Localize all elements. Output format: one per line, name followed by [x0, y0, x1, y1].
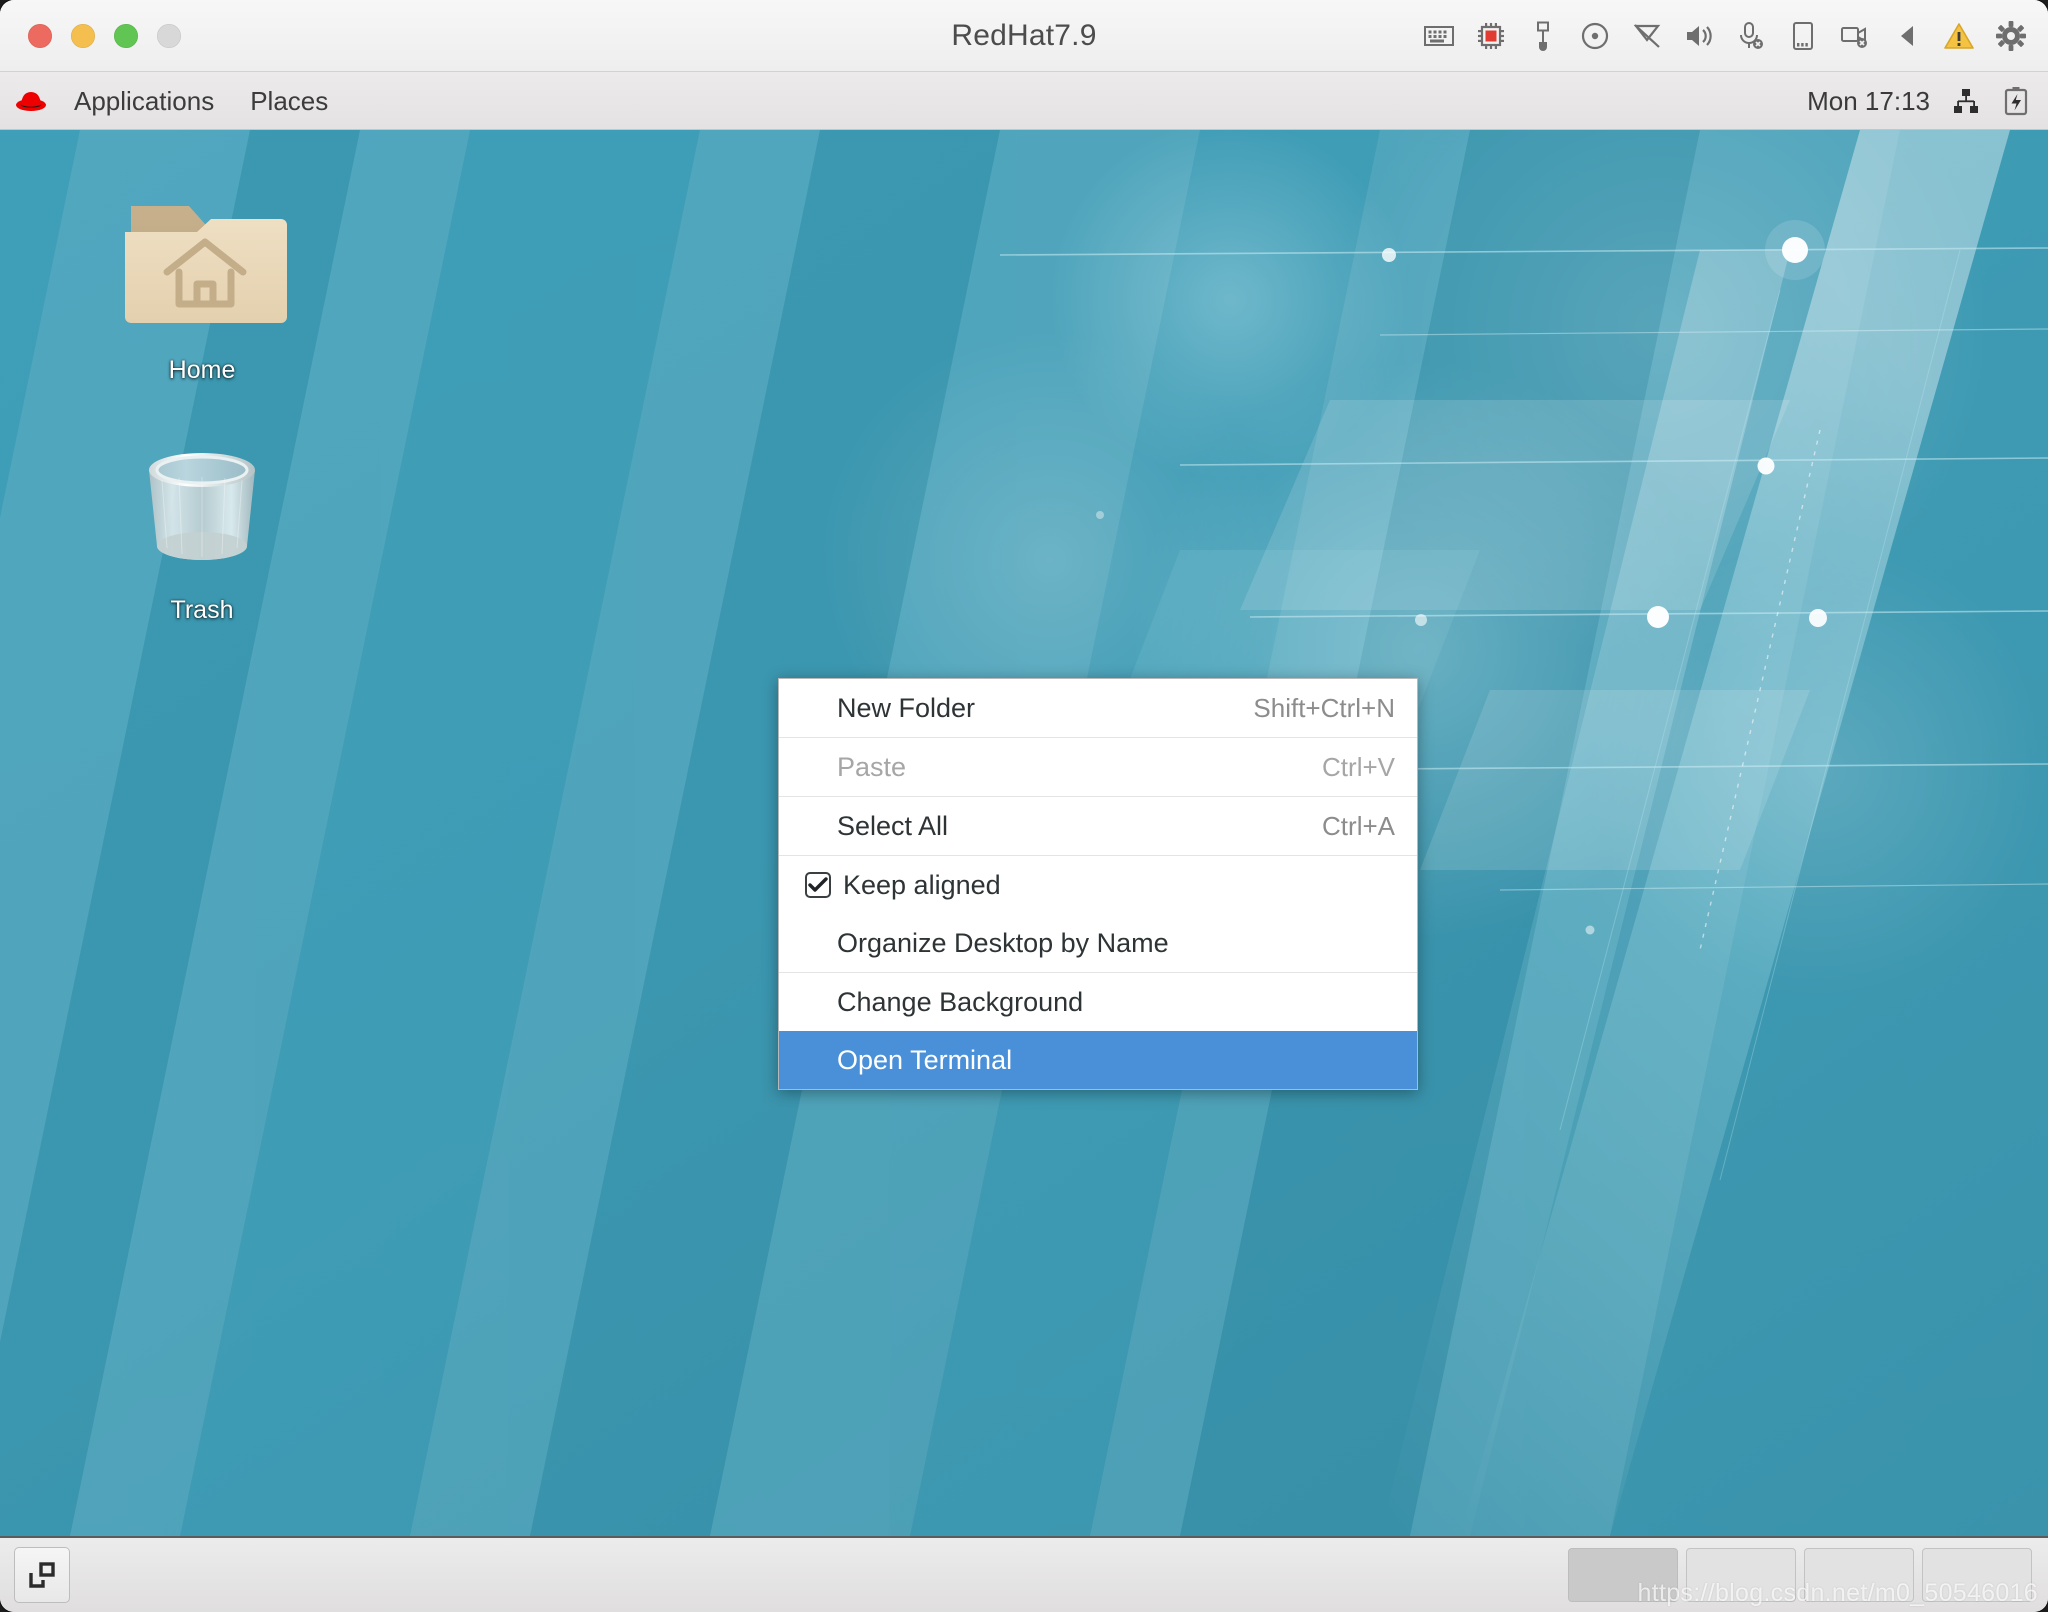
desktop-context-menu[interactable]: New Folder Shift+Ctrl+N Paste Ctrl+V Sel… — [778, 678, 1418, 1090]
workspace-thumbnail-2[interactable] — [1686, 1548, 1796, 1602]
webcam-disabled-icon[interactable] — [1840, 21, 1870, 51]
workspace-thumbnail-4[interactable] — [1922, 1548, 2032, 1602]
usb-icon[interactable] — [1528, 21, 1558, 51]
menu-item-accelerator: Ctrl+V — [1322, 751, 1395, 782]
vm-window: RedHat7.9 Applications Places Mon 17:13 … — [0, 0, 2048, 1612]
speaker-icon[interactable] — [1684, 21, 1714, 51]
context-menu-item-paste: Paste Ctrl+V — [779, 738, 1417, 796]
menu-item-label: Open Terminal — [837, 1044, 1013, 1075]
keyboard-icon[interactable] — [1424, 21, 1454, 51]
panel-status-area: Mon 17:13 — [1807, 72, 2030, 130]
context-menu-item-keep-aligned[interactable]: Keep aligned — [779, 856, 1417, 914]
hard-drive-icon[interactable] — [1788, 21, 1818, 51]
settings-gear-icon[interactable] — [1996, 21, 2026, 51]
gnome-bottom-panel: https://blog.csdn.net/m0_50546016 — [0, 1536, 2048, 1612]
panel-menus: Applications Places — [14, 72, 346, 130]
workspace-thumbnail-1[interactable] — [1568, 1548, 1678, 1602]
screenshot-root: RedHat7.9 Applications Places Mon 17:13 … — [0, 0, 2048, 1612]
maximize-button[interactable] — [114, 23, 138, 48]
home-folder-icon — [125, 206, 287, 323]
redhat-logo-icon — [14, 86, 56, 116]
clock[interactable]: Mon 17:13 — [1807, 86, 1930, 117]
context-menu-item-select-all[interactable]: Select All Ctrl+A — [779, 797, 1417, 855]
menu-item-label: Keep aligned — [843, 869, 1001, 900]
workspace-switcher[interactable] — [1568, 1548, 2032, 1602]
cpu-icon[interactable] — [1476, 21, 1506, 51]
minimize-button[interactable] — [71, 23, 95, 48]
optical-disc-icon[interactable] — [1580, 21, 1610, 51]
desktop-icon-label: Trash — [170, 596, 234, 624]
window-titlebar: RedHat7.9 — [0, 0, 2048, 72]
network-disconnected-icon[interactable] — [1632, 21, 1662, 51]
vm-toolbar — [1424, 0, 2026, 72]
menu-item-label: Select All — [837, 810, 949, 841]
network-wired-icon[interactable] — [1952, 86, 1980, 116]
desktop-icon-home[interactable]: Home — [102, 180, 302, 385]
context-menu-item-new-folder[interactable]: New Folder Shift+Ctrl+N — [779, 679, 1417, 737]
microphone-muted-icon[interactable] — [1736, 21, 1766, 51]
warning-icon[interactable] — [1944, 21, 1974, 51]
desktop-area[interactable]: Home Trash New Folder Shift+Ctrl+N Paste… — [0, 130, 2048, 1536]
play-back-icon[interactable] — [1892, 21, 1922, 51]
menu-item-accelerator: Shift+Ctrl+N — [1253, 692, 1395, 723]
keep-aligned-checkbox[interactable] — [805, 872, 831, 898]
menu-places[interactable]: Places — [232, 72, 346, 130]
show-desktop-icon[interactable] — [14, 1547, 70, 1603]
menu-item-label: Change Background — [837, 986, 1084, 1017]
context-menu-item-open-terminal[interactable]: Open Terminal — [779, 1031, 1417, 1089]
desktop-icon-label: Home — [168, 356, 236, 384]
menu-applications[interactable]: Applications — [56, 72, 232, 130]
menu-item-label: New Folder — [837, 692, 976, 723]
gnome-top-panel: Applications Places Mon 17:13 — [0, 72, 2048, 130]
menu-item-label: Organize Desktop by Name — [837, 927, 1169, 958]
desktop-icon-trash[interactable]: Trash — [102, 420, 302, 625]
menu-item-accelerator: Ctrl+A — [1322, 810, 1395, 841]
battery-charging-icon[interactable] — [2002, 86, 2030, 116]
menu-item-label: Paste — [837, 751, 907, 782]
window-controls — [28, 23, 181, 48]
workspace-thumbnail-3[interactable] — [1804, 1548, 1914, 1602]
trash-icon — [149, 453, 255, 560]
extra-button[interactable] — [157, 23, 181, 48]
context-menu-item-change-background[interactable]: Change Background — [779, 973, 1417, 1031]
close-button[interactable] — [28, 23, 52, 48]
context-menu-item-organize-desktop[interactable]: Organize Desktop by Name — [779, 914, 1417, 972]
